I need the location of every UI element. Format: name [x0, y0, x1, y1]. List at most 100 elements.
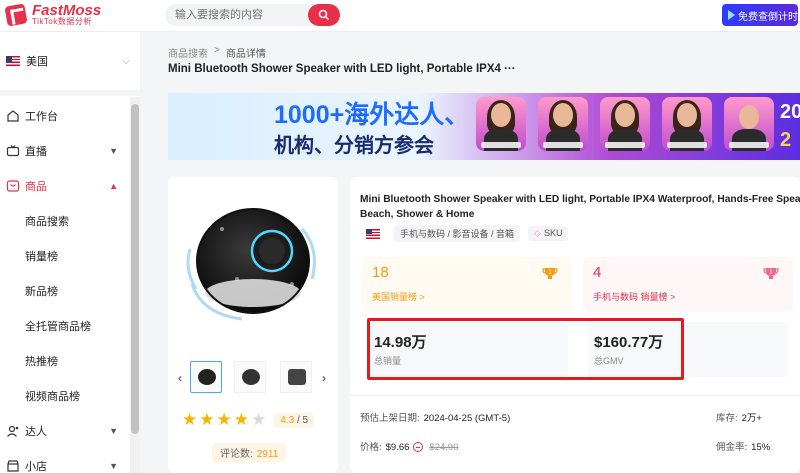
stock-value: 2万+: [741, 413, 762, 424]
influencer-avatar: [476, 97, 526, 151]
price-row: 价格: $9.66 $24.90: [360, 439, 458, 453]
sidebar-item-label: 全托管商品榜: [25, 320, 91, 333]
reviews-badge: 评论数: 2911: [212, 443, 287, 462]
search-input[interactable]: [165, 4, 305, 26]
product-title-line: Mini Bluetooth Shower Speaker with LED l…: [360, 194, 800, 205]
chevron-down-icon: ▼: [109, 145, 118, 156]
influencer-avatar: [538, 97, 588, 151]
price-info-icon[interactable]: [413, 442, 424, 453]
sidebar-item-workbench[interactable]: 工作台: [0, 98, 130, 133]
banner-year-bottom: 2: [780, 129, 792, 151]
us-sales-rank-card[interactable]: 18 美国销量榜 > 1: [362, 257, 572, 312]
star-empty-icon: ★: [251, 410, 267, 429]
sidebar-item-influencers[interactable]: 达人 ▼: [0, 413, 130, 448]
banner-headline: 1000+海外达人、: [274, 101, 470, 129]
banner-subheadline: 机构、分销方参会: [274, 135, 434, 157]
influencer-avatar: [600, 97, 650, 151]
sidebar-item-hot-rank[interactable]: 热推榜: [0, 343, 130, 378]
sidebar-nav: 工作台 直播 ▼ 商品 ▲ 商品搜索 销量榜 新品榜 全托管商品榜 热推榜 视频…: [0, 98, 130, 473]
trophy-icon: 1: [542, 268, 558, 279]
divider: [350, 395, 800, 396]
sidebar-item-label: 商品: [25, 180, 47, 193]
original-price: $24.90: [429, 442, 459, 453]
banner-avatars: [476, 97, 774, 151]
sidebar-item-products[interactable]: 商品 ▲: [0, 168, 130, 203]
sidebar-item-live[interactable]: 直播 ▼: [0, 133, 130, 168]
logo-name: FastMoss: [32, 2, 102, 19]
us-flag-icon: [366, 228, 380, 239]
product-image[interactable]: [182, 189, 324, 329]
stock-row: 库存: 2万+: [716, 410, 762, 424]
reviews-label: 评论数:: [220, 449, 253, 460]
product-title-line: Beach, Shower & Home: [360, 209, 475, 220]
breadcrumb-separator: >: [214, 45, 220, 56]
rating-badge: 4.3 / 5: [274, 412, 315, 428]
product-title: Mini Bluetooth Shower Speaker with LED l…: [360, 192, 800, 222]
star-filled-icon: ★: [199, 410, 215, 429]
promo-banner[interactable]: 1000+海外达人、 机构、分销方参会 20 2: [168, 93, 800, 160]
svg-text:1: 1: [769, 270, 772, 276]
star-filled-icon: ★: [233, 410, 249, 429]
commission-value: 15%: [751, 442, 771, 453]
search-button[interactable]: [308, 4, 340, 26]
tag-icon: ◇: [534, 228, 541, 238]
rating-value: 4.3: [280, 414, 295, 426]
sidebar-item-shops[interactable]: 小店 ▼: [0, 448, 130, 473]
sidebar-item-video-rank[interactable]: 视频商品榜: [0, 378, 130, 413]
rank-value: 18: [372, 264, 389, 281]
category-tag[interactable]: 手机与数码 / 影音设备 / 音箱: [394, 225, 521, 242]
thumbnail-strip: ‹ ›: [176, 361, 330, 397]
region-selector[interactable]: 美国 ⌵: [4, 44, 138, 78]
thumbnail[interactable]: [234, 361, 266, 393]
product-tags: 手机与数码 / 影音设备 / 音箱 ◇ SKU: [366, 225, 569, 242]
category-sales-rank-card[interactable]: 4 手机与数码 销量榜 > 1: [583, 257, 793, 312]
fastmoss-logo-icon: [4, 2, 28, 27]
sidebar-item-new-rank[interactable]: 新品榜: [0, 273, 130, 308]
sidebar-item-label: 商品搜索: [25, 215, 69, 228]
listing-date-label: 预估上架日期:: [360, 413, 420, 424]
breadcrumb-parent[interactable]: 商品搜索: [168, 45, 208, 60]
page-title: Mini Bluetooth Shower Speaker with LED l…: [168, 63, 516, 75]
star-filled-icon: ★: [216, 410, 232, 429]
sidebar-item-label: 新品榜: [25, 285, 58, 298]
trophy-icon: 1: [763, 268, 779, 279]
rank-label[interactable]: 手机与数码 销量榜 >: [593, 290, 675, 303]
trial-label: 免费查倒计时｜天: [738, 11, 798, 23]
thumbnail[interactable]: [280, 361, 312, 393]
sku-label: SKU: [543, 228, 563, 238]
sku-tag[interactable]: ◇ SKU: [528, 226, 569, 241]
chevron-down-icon: ▼: [109, 425, 118, 436]
sidebar-item-product-search[interactable]: 商品搜索: [0, 203, 130, 238]
logo-subtitle: TikTok数据分析: [32, 17, 92, 26]
thumbnail[interactable]: [190, 361, 222, 393]
sidebar-item-label: 视频商品榜: [25, 390, 80, 403]
sidebar-item-label: 热推榜: [25, 355, 58, 368]
shop-icon: [7, 459, 19, 472]
chevron-right-icon[interactable]: ›: [322, 371, 326, 385]
breadcrumb-current: 商品详情: [225, 49, 266, 60]
rank-label[interactable]: 美国销量榜 >: [372, 290, 425, 303]
divider: [0, 90, 140, 96]
trial-countdown-button[interactable]: 免费查倒计时｜天: [722, 4, 798, 26]
sidebar-item-label: 销量榜: [25, 250, 58, 263]
sidebar-scrollbar-thumb[interactable]: [131, 104, 139, 434]
highlight-box: [367, 318, 684, 380]
commission-label: 佣金率:: [716, 442, 748, 453]
stock-label: 库存:: [716, 413, 738, 424]
chevron-left-icon[interactable]: ‹: [178, 371, 182, 385]
logo[interactable]: FastMoss TikTok数据分析: [4, 2, 102, 27]
sidebar-item-label: 达人: [25, 425, 47, 438]
tv-icon: [6, 144, 20, 156]
sidebar-item-managed-rank[interactable]: 全托管商品榜: [0, 308, 130, 343]
influencer-avatar: [724, 97, 774, 151]
sidebar-item-label: 直播: [25, 145, 47, 158]
play-icon: [728, 10, 735, 20]
commission-row: 佣金率: 15%: [716, 439, 770, 453]
svg-text:1: 1: [548, 270, 551, 276]
chevron-up-icon: ▲: [109, 180, 118, 191]
banner-year-top: 20: [780, 101, 800, 123]
influencer-icon: [7, 425, 19, 437]
listing-date-value: 2024-04-25 (GMT-5): [423, 413, 511, 424]
sidebar-item-sales-rank[interactable]: 销量榜: [0, 238, 130, 273]
sidebar-item-label: 小店: [25, 460, 47, 473]
